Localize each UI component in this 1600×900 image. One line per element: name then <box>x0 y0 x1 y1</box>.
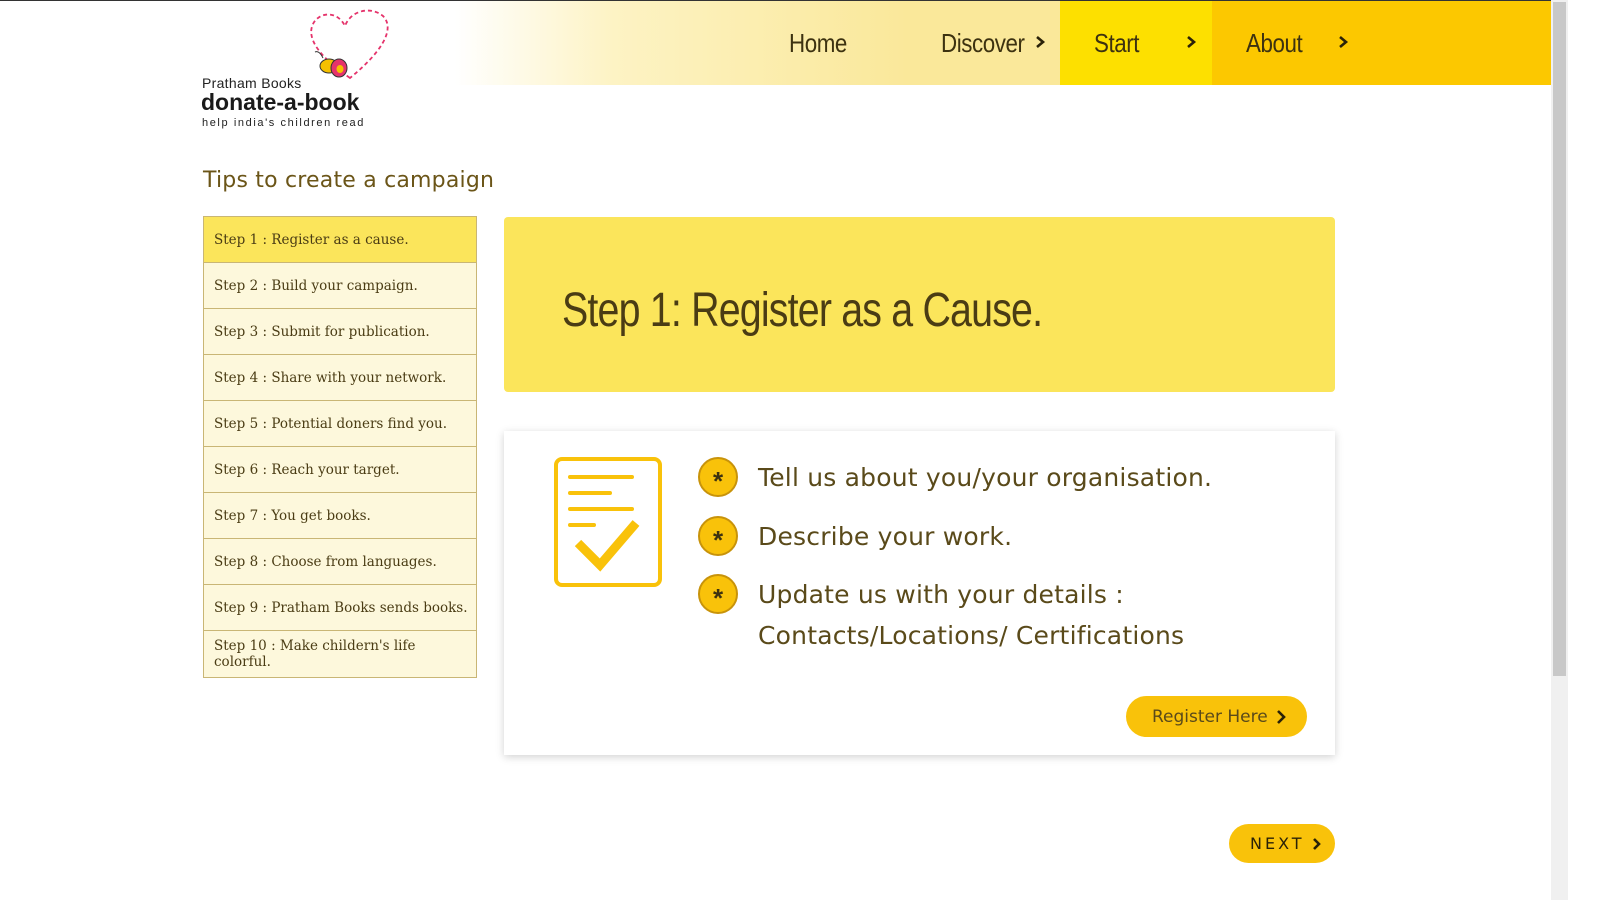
step-heading-panel: Step 1: Register as a Cause. <box>504 217 1335 392</box>
step-heading: Step 1: Register as a Cause. <box>562 284 1043 337</box>
bullet-item: * Tell us about you/your organisation. <box>698 457 1212 498</box>
scrollbar-thumb[interactable] <box>1553 2 1566 676</box>
chevron-right-icon <box>1277 710 1286 724</box>
steps-list: Step 1 : Register as a cause. Step 2 : B… <box>203 216 477 678</box>
step-item-10[interactable]: Step 10 : Make childern's life colorful. <box>204 631 476 677</box>
chevron-right-icon <box>1313 838 1321 850</box>
step-item-8[interactable]: Step 8 : Choose from languages. <box>204 539 476 585</box>
step-item-4[interactable]: Step 4 : Share with your network. <box>204 355 476 401</box>
bullet-text: Update us with your details : Contacts/L… <box>758 580 1185 650</box>
sidebar-title: Tips to create a campaign <box>203 168 495 193</box>
nav-discover[interactable]: Discover <box>941 1 1025 85</box>
checklist-document-icon <box>554 457 662 587</box>
start-chevron-icon[interactable] <box>1184 34 1198 50</box>
discover-chevron-icon[interactable] <box>1033 34 1047 50</box>
step-item-6[interactable]: Step 6 : Reach your target. <box>204 447 476 493</box>
nav-home[interactable]: Home <box>789 1 847 85</box>
bullet-item: * Describe your work. <box>698 516 1012 557</box>
logo-wordmark: donate-a-book <box>201 89 360 115</box>
logo-tagline: help india's children read <box>202 117 365 129</box>
step-item-3[interactable]: Step 3 : Submit for publication. <box>204 309 476 355</box>
bullet-text: Tell us about you/your organisation. <box>758 463 1213 492</box>
heart-butterfly-icon <box>310 9 389 80</box>
step-item-7[interactable]: Step 7 : You get books. <box>204 493 476 539</box>
step-item-2[interactable]: Step 2 : Build your campaign. <box>204 263 476 309</box>
step-item-9[interactable]: Step 9 : Pratham Books sends books. <box>204 585 476 631</box>
bullet-asterisk-icon: * <box>698 516 738 556</box>
next-button[interactable]: NEXT <box>1229 824 1335 863</box>
next-label: NEXT <box>1250 834 1305 853</box>
bullet-asterisk-icon: * <box>698 574 738 614</box>
step-item-5[interactable]: Step 5 : Potential doners find you. <box>204 401 476 447</box>
bullet-asterisk-icon: * <box>698 457 738 497</box>
nav-about[interactable]: About <box>1246 1 1303 85</box>
nav-start[interactable]: Start <box>1094 1 1140 85</box>
about-chevron-icon[interactable] <box>1336 34 1350 50</box>
register-here-button[interactable]: Register Here <box>1126 696 1307 737</box>
logo[interactable]: Pratham Books donate-a-book help india's… <box>200 6 400 129</box>
step-item-1[interactable]: Step 1 : Register as a cause. <box>204 217 476 263</box>
bullet-item: * Update us with your details : Contacts… <box>698 574 1328 656</box>
step-detail-card: * Tell us about you/your organisation. *… <box>504 431 1335 755</box>
register-here-label: Register Here <box>1152 706 1268 727</box>
bullet-text: Describe your work. <box>758 522 1013 551</box>
